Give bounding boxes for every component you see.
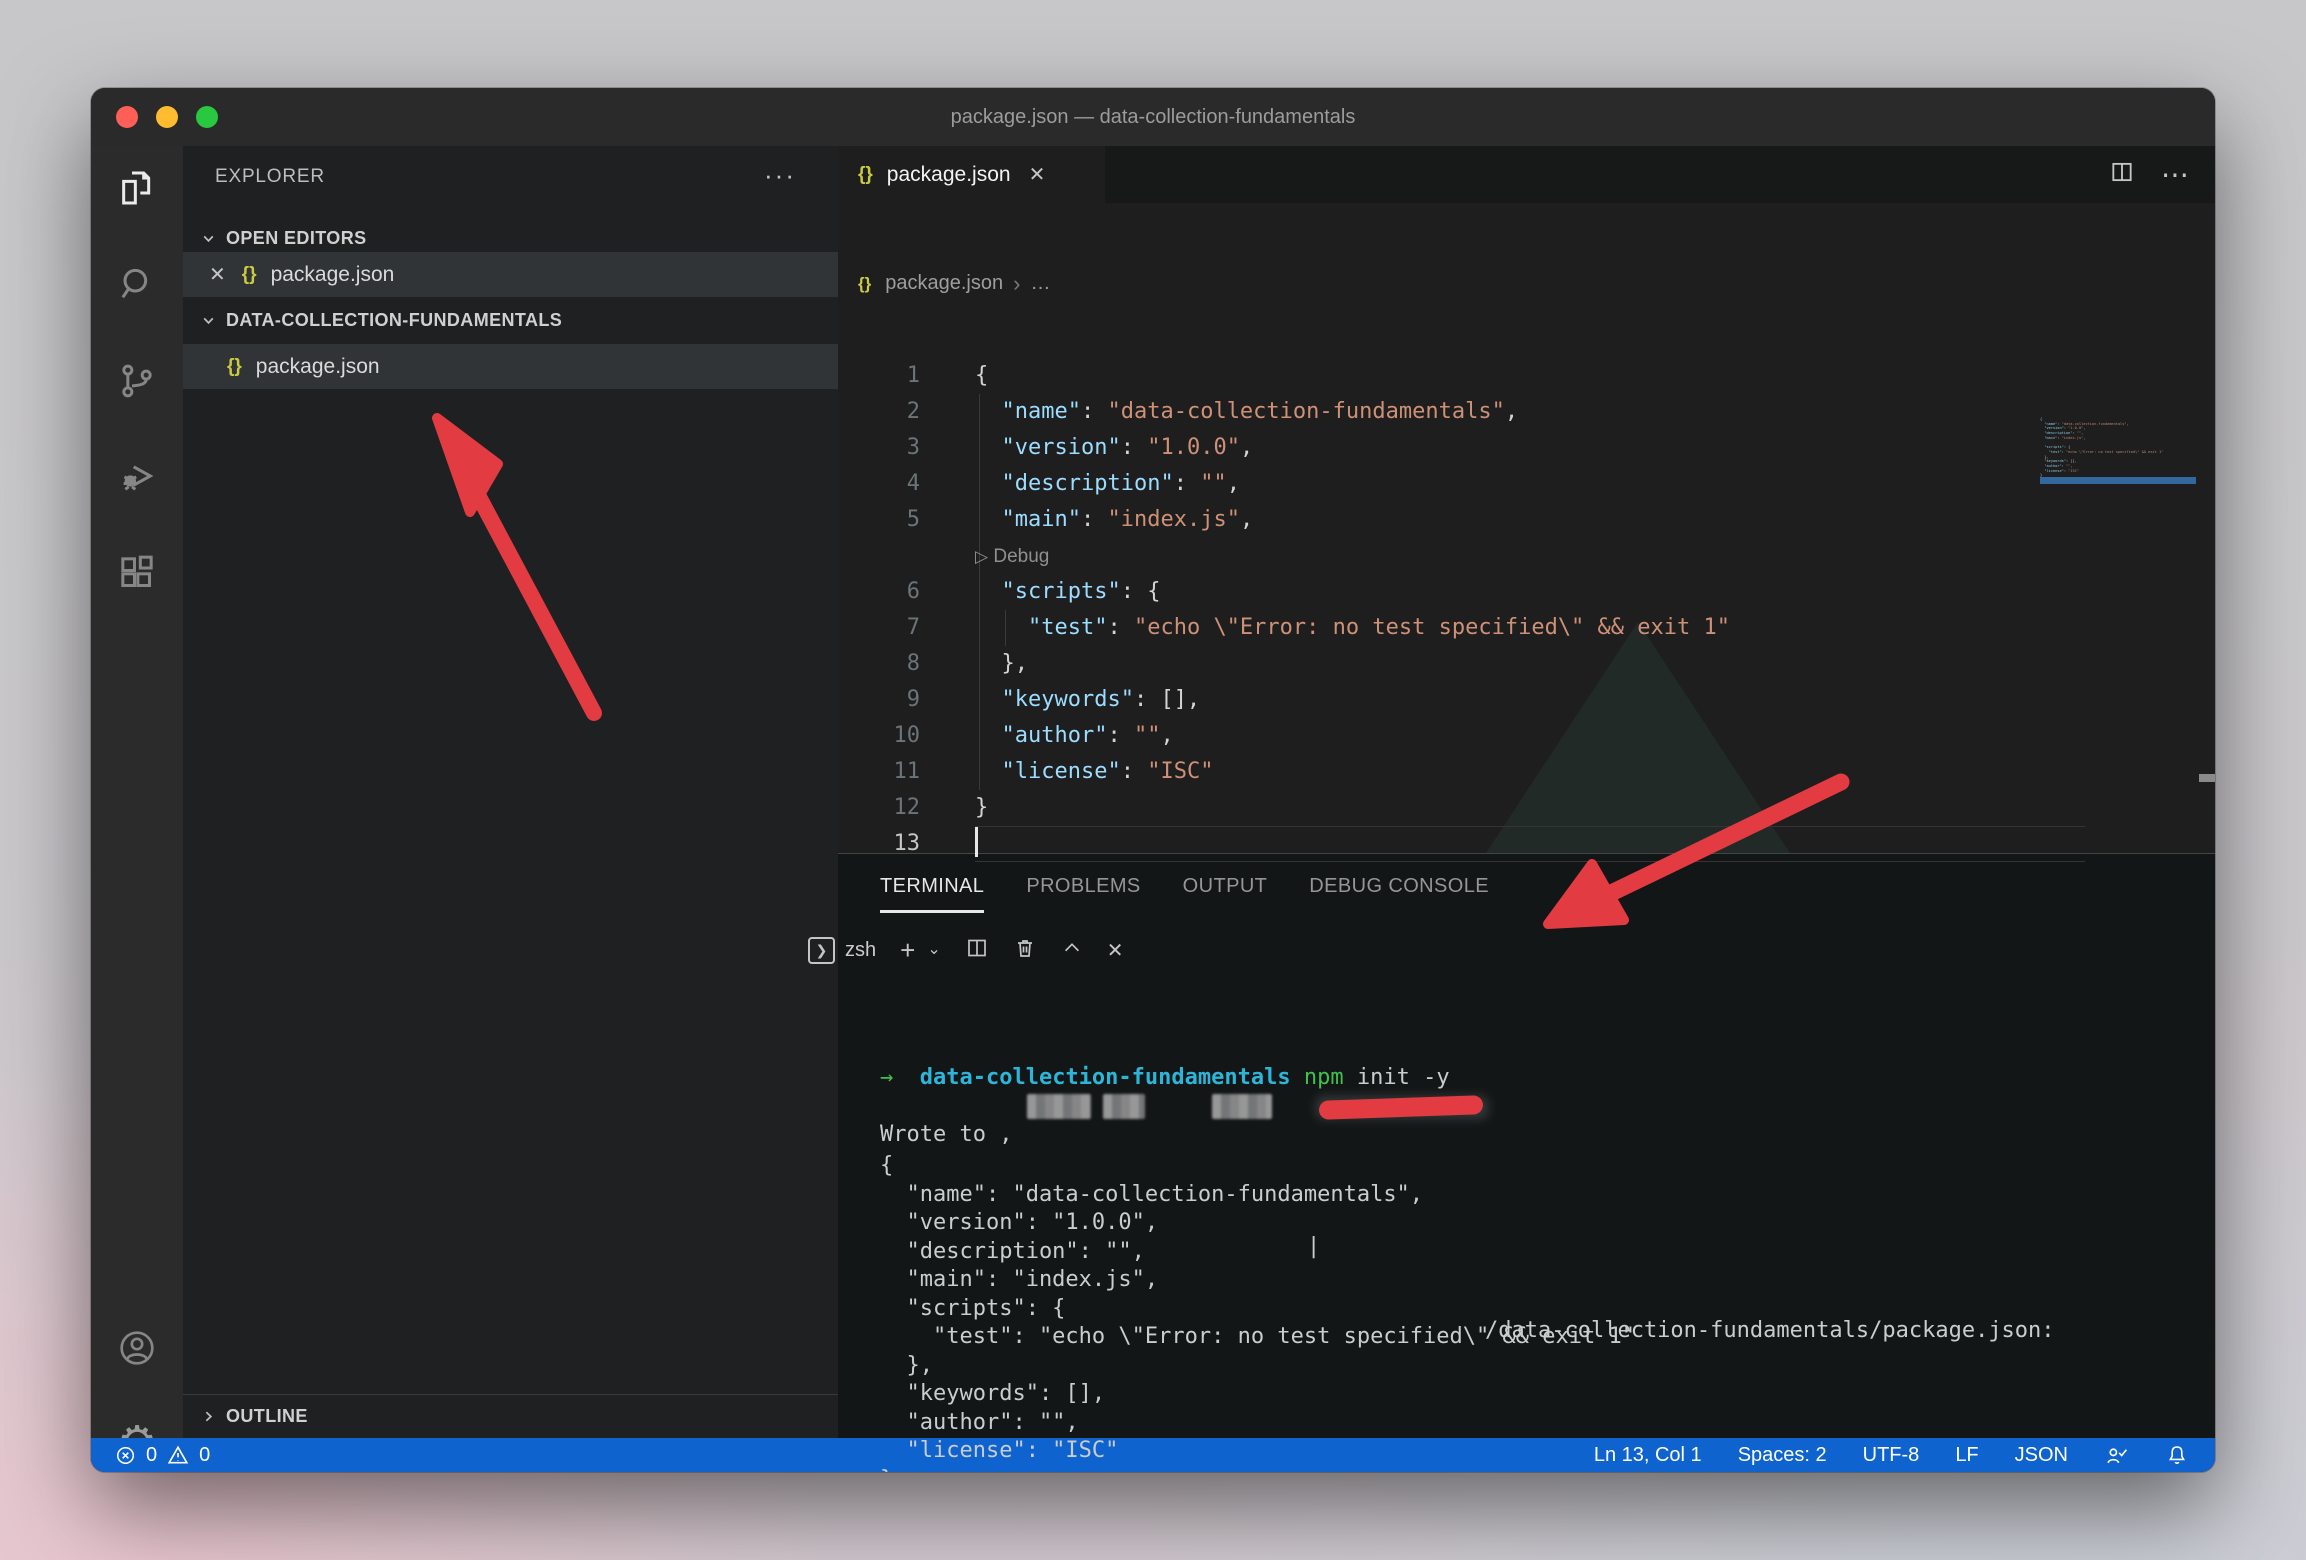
code-line[interactable]: 9 "keywords": [], bbox=[838, 682, 2215, 718]
source-control-icon[interactable] bbox=[91, 345, 183, 417]
json-file-icon: {} bbox=[858, 274, 871, 294]
desktop: { "window": { "title": "package.json — d… bbox=[0, 0, 2306, 1560]
error-count: 0 bbox=[146, 1444, 157, 1467]
close-traffic-light[interactable] bbox=[116, 106, 138, 128]
kill-terminal-icon[interactable] bbox=[1013, 936, 1037, 965]
json-file-icon: {} bbox=[227, 356, 242, 378]
editor-actions: ⋯ bbox=[2109, 146, 2189, 203]
close-editor-icon[interactable]: ✕ bbox=[209, 262, 226, 287]
vscode-window: package.json — data-collection-fundament… bbox=[91, 88, 2215, 1472]
minimize-traffic-light[interactable] bbox=[156, 106, 178, 128]
json-file-icon: {} bbox=[858, 164, 873, 186]
account-icon[interactable] bbox=[91, 1312, 183, 1384]
terminal-shell-icon[interactable]: ❯ bbox=[808, 937, 835, 964]
code-line[interactable]: 4 "description": "", bbox=[838, 466, 2215, 502]
code-line[interactable]: 7 "test": "echo \"Error: no test specifi… bbox=[838, 610, 2215, 646]
run-and-debug-icon[interactable] bbox=[91, 440, 183, 512]
tree-item-package-json[interactable]: {} package.json bbox=[183, 344, 838, 389]
tree-item-filename: package.json bbox=[256, 355, 380, 379]
editor-more-actions-icon[interactable]: ⋯ bbox=[2161, 158, 2189, 191]
code-line[interactable]: 8 }, bbox=[838, 646, 2215, 682]
titlebar: package.json — data-collection-fundament… bbox=[91, 88, 2215, 146]
terminal-panel: TERMINALPROBLEMSOUTPUTDEBUG CONSOLE ❯ zs… bbox=[838, 853, 2215, 1438]
terminal-dropdown-icon[interactable]: ⌄ bbox=[927, 937, 940, 963]
redacted-path-segment bbox=[1212, 1094, 1272, 1119]
terminal-output: { "name": "data-collection-fundamentals"… bbox=[880, 1152, 2210, 1472]
open-editor-item-package-json[interactable]: ✕ {} package.json bbox=[183, 252, 838, 297]
panel-tab-debug-console[interactable]: DEBUG CONSOLE bbox=[1309, 854, 1489, 918]
redacted-path-segment bbox=[1027, 1094, 1091, 1119]
panel-tab-terminal[interactable]: TERMINAL bbox=[880, 854, 984, 918]
breadcrumb-separator: › bbox=[1013, 271, 1020, 297]
maximize-panel-icon[interactable] bbox=[1061, 937, 1083, 964]
code-line[interactable]: 3 "version": "1.0.0", bbox=[838, 430, 2215, 466]
code-line[interactable]: 2 "name": "data-collection-fundamentals"… bbox=[838, 394, 2215, 430]
terminal-command-line: → data-collection-fundamentals npm init … bbox=[880, 1064, 1450, 1092]
split-terminal-icon[interactable] bbox=[965, 936, 989, 965]
zoom-traffic-light[interactable] bbox=[196, 106, 218, 128]
code-line[interactable]: 12} bbox=[838, 790, 2215, 826]
open-editor-filename: package.json bbox=[271, 263, 395, 287]
code-line[interactable]: 6 "scripts": { bbox=[838, 574, 2215, 610]
chevron-right-icon bbox=[201, 1409, 216, 1424]
errors-icon bbox=[115, 1445, 136, 1466]
breadcrumb-file[interactable]: package.json bbox=[885, 272, 1003, 295]
window-title: package.json — data-collection-fundament… bbox=[91, 88, 2215, 146]
shell-name: zsh bbox=[845, 939, 876, 962]
explorer-more-actions[interactable]: ··· bbox=[764, 160, 796, 191]
split-editor-icon[interactable] bbox=[2109, 159, 2135, 190]
folder-section-header[interactable]: DATA-COLLECTION-FUNDAMENTALS bbox=[183, 298, 838, 343]
editor-region: {} package.json ✕ ⋯ {} package.json › … … bbox=[838, 146, 2215, 1438]
code-line[interactable]: 11 "license": "ISC" bbox=[838, 754, 2215, 790]
close-panel-icon[interactable]: ✕ bbox=[1107, 938, 1124, 963]
terminal-wrote-line: Wrote to , | /data-collection-fundamenta… bbox=[880, 1093, 2180, 1121]
sidebar-title: EXPLORER bbox=[215, 166, 325, 188]
search-icon[interactable] bbox=[91, 248, 183, 320]
outline-label: OUTLINE bbox=[226, 1406, 308, 1427]
activity-bar: ⚙ 1 bbox=[91, 146, 183, 1438]
panel-tab-problems[interactable]: PROBLEMS bbox=[1026, 854, 1140, 918]
chevron-down-icon bbox=[201, 313, 216, 328]
json-file-icon: {} bbox=[242, 264, 257, 286]
tab-close-icon[interactable]: ✕ bbox=[1029, 162, 1046, 187]
panel-actions: ❯ zsh + ⌄ ✕ bbox=[808, 918, 2185, 982]
minimap-code: { "name": "data-collection-fundamentals"… bbox=[2040, 417, 2196, 483]
tab-label: package.json bbox=[887, 163, 1011, 187]
chevron-down-icon bbox=[201, 231, 216, 246]
explorer-sidebar: EXPLORER ··· OPEN EDITORS ✕ {} package.j… bbox=[183, 146, 838, 1438]
code-line[interactable]: 5 "main": "index.js", bbox=[838, 502, 2215, 538]
panel-tab-output[interactable]: OUTPUT bbox=[1183, 854, 1268, 918]
folder-label: DATA-COLLECTION-FUNDAMENTALS bbox=[226, 310, 562, 331]
new-terminal-icon[interactable]: + bbox=[900, 937, 915, 963]
sidebar-header: EXPLORER ··· bbox=[183, 146, 838, 208]
panel-tabs: TERMINAL PROBLEMS OUTPUT DEBUG CONSOLE bbox=[880, 854, 2215, 918]
warnings-icon bbox=[167, 1444, 189, 1466]
editor-tabstrip: {} package.json ✕ ⋯ bbox=[838, 146, 2215, 203]
code-line[interactable]: 1{ bbox=[838, 358, 2215, 394]
outline-section-header[interactable]: OUTLINE bbox=[183, 1394, 838, 1438]
redacted-path-segment bbox=[1103, 1094, 1145, 1119]
warning-count: 0 bbox=[199, 1444, 210, 1467]
scrollbar-thumb[interactable] bbox=[2199, 774, 2215, 782]
editor-code-lines: 1{2 "name": "data-collection-fundamental… bbox=[838, 358, 2215, 862]
open-editors-label: OPEN EDITORS bbox=[226, 228, 367, 249]
explorer-icon[interactable] bbox=[91, 152, 183, 224]
breadcrumb[interactable]: {} package.json › … bbox=[838, 260, 2215, 307]
minimap-current-line bbox=[2040, 477, 2196, 484]
codelens-row[interactable]: ▷ Debug bbox=[838, 538, 2215, 574]
problems-status[interactable]: 0 0 bbox=[91, 1444, 210, 1467]
tab-package-json[interactable]: {} package.json ✕ bbox=[838, 146, 1105, 203]
extensions-icon[interactable] bbox=[91, 537, 183, 609]
breadcrumb-more[interactable]: … bbox=[1030, 272, 1050, 295]
code-line[interactable]: 10 "author": "", bbox=[838, 718, 2215, 754]
